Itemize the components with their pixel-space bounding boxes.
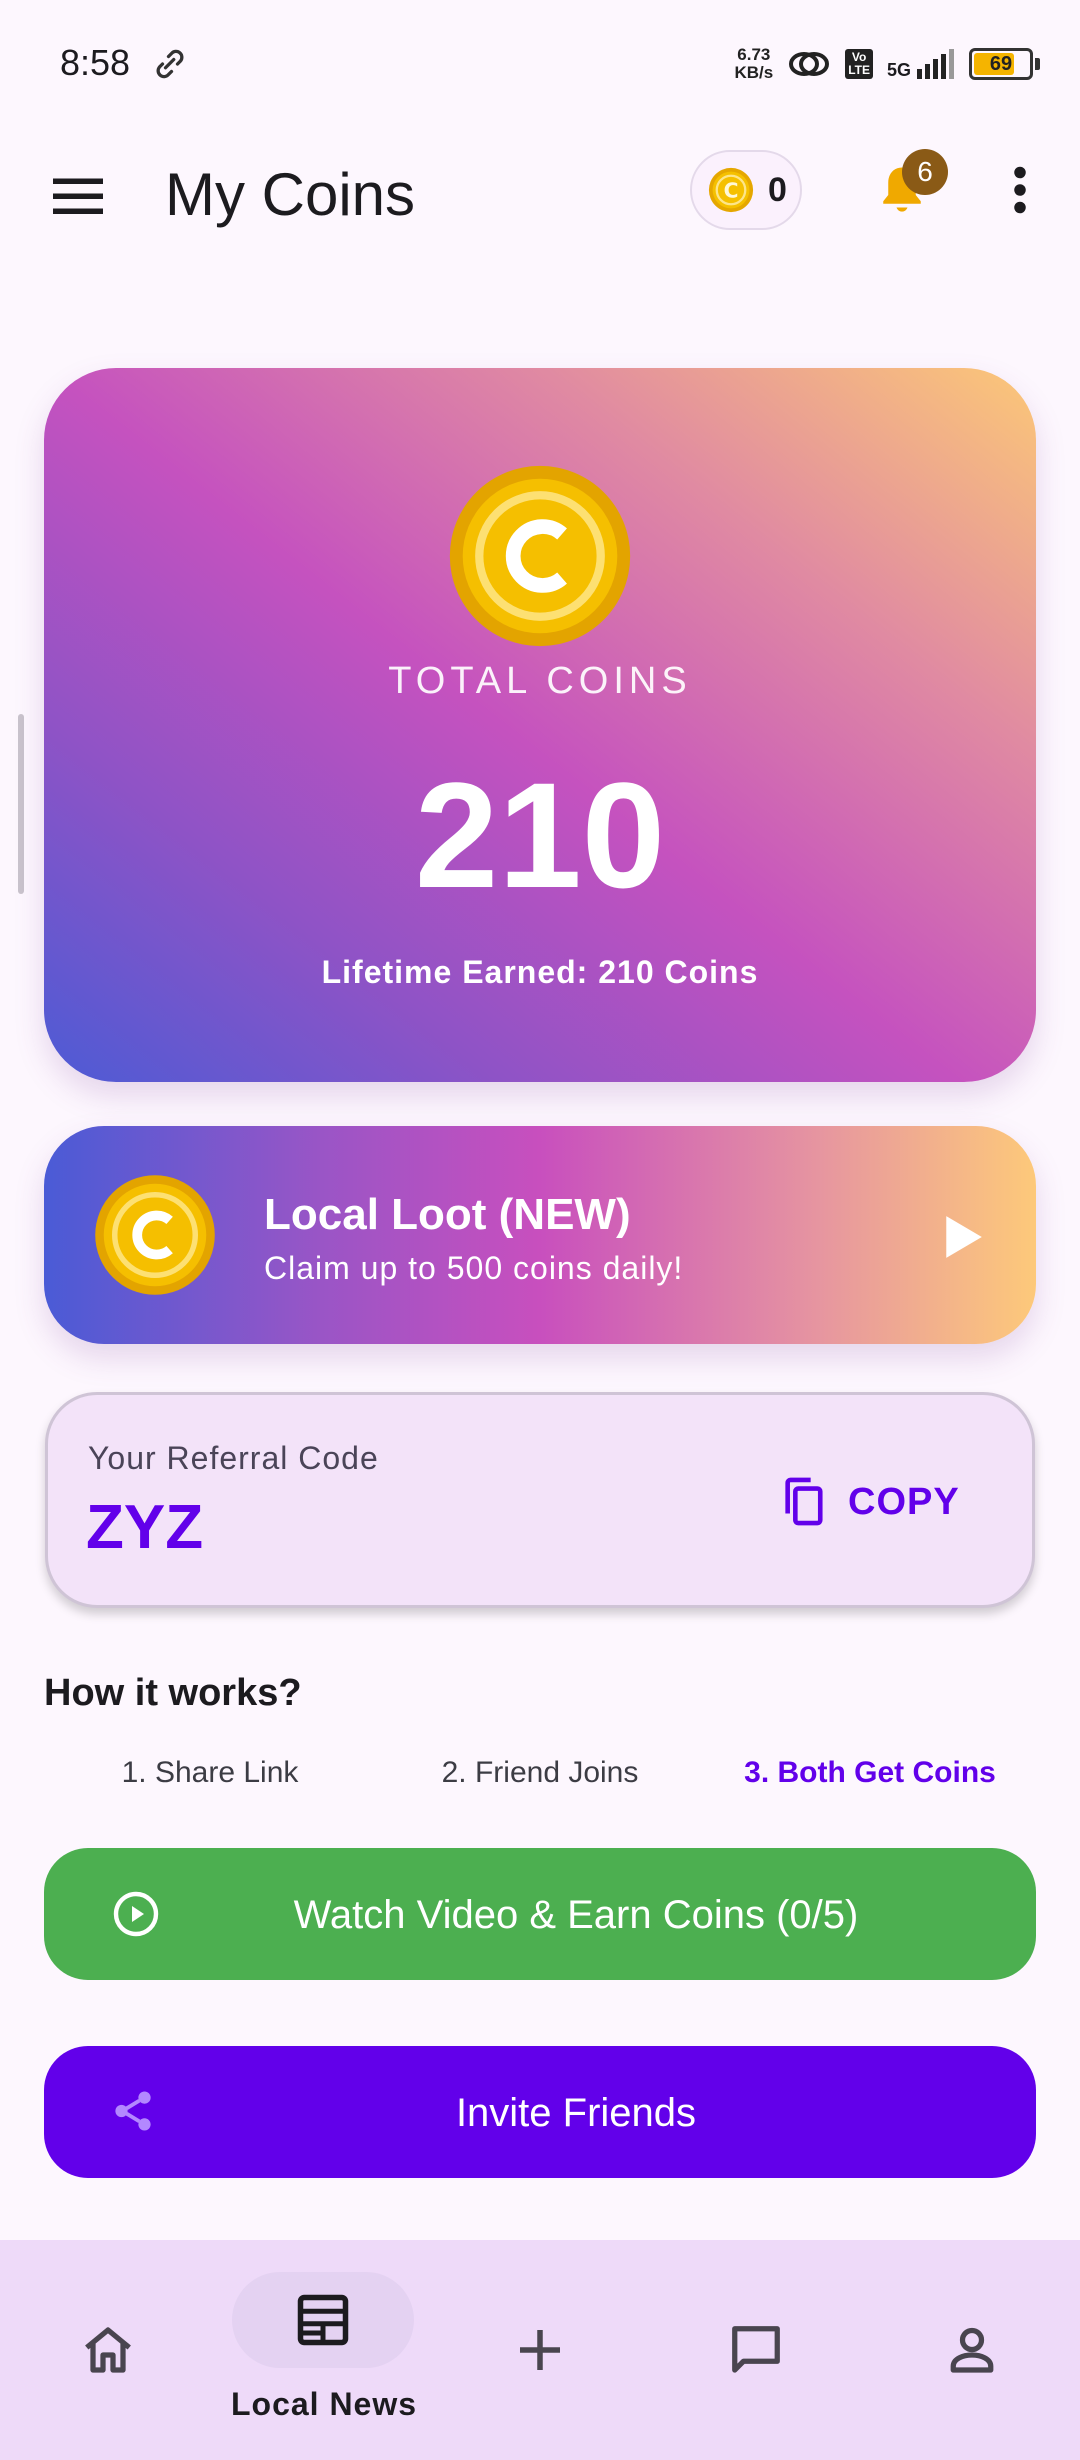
- referral-code-label: Your Referral Code: [88, 1440, 379, 1476]
- hotspot-icon: [789, 52, 830, 76]
- nav-label-local-news: Local News: [230, 2386, 418, 2422]
- local-loot-subtitle: Claim up to 500 coins daily!: [264, 1250, 684, 1286]
- battery-icon: 69: [969, 48, 1033, 80]
- coin-icon: [449, 465, 631, 647]
- home-icon[interactable]: [78, 2320, 138, 2380]
- coin-balance-chip[interactable]: C 0: [690, 150, 802, 230]
- signal-bars-icon: [917, 49, 954, 79]
- notification-badge: 6: [902, 149, 948, 195]
- step-both-get-coins: 3. Both Get Coins: [744, 1756, 996, 1789]
- step-friend-joins: 2. Friend Joins: [441, 1756, 639, 1789]
- add-icon[interactable]: [510, 2320, 570, 2380]
- copy-button[interactable]: COPY: [780, 1470, 960, 1534]
- link-icon: [156, 49, 184, 79]
- status-bar: 8:58 6.73 KB/s Vo LTE 5G 69: [0, 0, 1080, 130]
- battery-tip: [1035, 58, 1040, 70]
- local-loot-title: Local Loot (NEW): [264, 1190, 631, 1239]
- profile-icon[interactable]: [942, 2320, 1002, 2380]
- total-coins-label: TOTAL COINS: [388, 660, 692, 702]
- volte-badge: Vo LTE: [845, 49, 873, 79]
- page-title: My Coins: [165, 161, 416, 228]
- svg-text:C: C: [724, 178, 739, 202]
- play-arrow-icon: [946, 1216, 982, 1258]
- coin-icon: [95, 1175, 215, 1295]
- coin-balance-count: 0: [768, 170, 787, 209]
- referral-code-value: ZYZ: [86, 1493, 204, 1562]
- more-vert-icon[interactable]: [1000, 160, 1040, 220]
- copy-icon: [785, 1477, 823, 1526]
- news-icon: [297, 2294, 349, 2346]
- status-time: 8:58: [60, 42, 131, 83]
- step-share-link: 1. Share Link: [121, 1756, 299, 1789]
- coin-icon: C: [708, 167, 754, 213]
- invite-friends-label: Invite Friends: [455, 2091, 697, 2135]
- watch-video-label: Watch Video & Earn Coins (0/5): [293, 1893, 859, 1937]
- status-icons: 6.73 KB/s Vo LTE 5G 69: [734, 40, 1040, 88]
- how-it-works-title: How it works?: [44, 1672, 302, 1714]
- total-coins-value: 210: [414, 751, 666, 919]
- chat-icon[interactable]: [726, 2320, 786, 2380]
- signal-indicator: 5G: [887, 49, 955, 79]
- copy-label: COPY: [848, 1480, 960, 1523]
- menu-icon[interactable]: [48, 166, 108, 226]
- network-speed: 6.73 KB/s: [734, 45, 774, 82]
- lifetime-earned: Lifetime Earned: 210 Coins: [321, 954, 759, 990]
